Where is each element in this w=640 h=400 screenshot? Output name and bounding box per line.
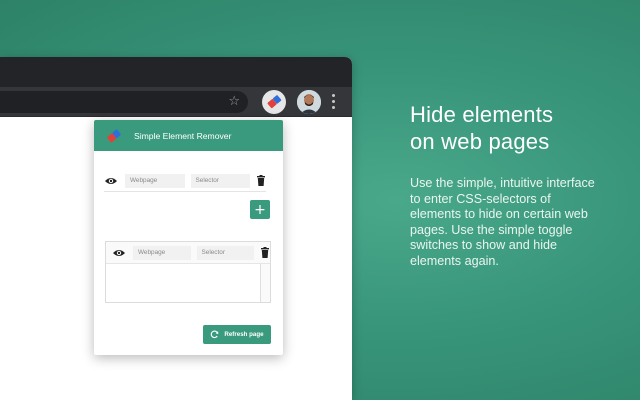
refresh-label: Refresh page bbox=[224, 331, 264, 338]
rules-textarea[interactable] bbox=[106, 264, 261, 302]
refresh-icon bbox=[211, 330, 219, 339]
rule-row: Webpage Selector bbox=[106, 242, 270, 264]
extension-popup: Simple Element Remover Webpage Selector … bbox=[94, 120, 283, 355]
browser-titlebar bbox=[0, 57, 352, 87]
avatar[interactable] bbox=[297, 90, 321, 114]
menu-icon[interactable] bbox=[332, 94, 336, 110]
rule-row: Webpage Selector bbox=[104, 170, 266, 192]
trash-icon[interactable] bbox=[260, 247, 270, 258]
webpage-input[interactable]: Webpage bbox=[133, 245, 191, 260]
popup-title: Simple Element Remover bbox=[134, 130, 232, 141]
trash-icon[interactable] bbox=[256, 175, 266, 186]
rules-panel: Webpage Selector bbox=[105, 241, 271, 303]
eye-icon[interactable] bbox=[104, 176, 118, 186]
popup-header: Simple Element Remover bbox=[94, 120, 283, 151]
eraser-icon bbox=[107, 129, 121, 142]
headline: Hide elements on web pages bbox=[410, 101, 610, 155]
extension-button[interactable] bbox=[262, 90, 286, 114]
address-bar[interactable]: ☆ bbox=[0, 91, 248, 113]
webpage-input[interactable]: Webpage bbox=[125, 173, 185, 188]
description: Use the simple, intuitive interface to e… bbox=[410, 176, 595, 268]
selector-input[interactable]: Selector bbox=[190, 173, 250, 188]
refresh-page-button[interactable]: Refresh page bbox=[203, 325, 271, 344]
headline-line: Hide elements bbox=[410, 102, 554, 127]
eye-icon[interactable] bbox=[112, 248, 126, 258]
browser-toolbar: ☆ bbox=[0, 87, 352, 117]
selector-input[interactable]: Selector bbox=[196, 245, 254, 260]
add-rule-button[interactable]: + bbox=[250, 200, 270, 219]
headline-line: on web pages bbox=[410, 129, 550, 154]
star-icon[interactable]: ☆ bbox=[228, 93, 240, 111]
user-photo-icon bbox=[297, 90, 321, 114]
eraser-icon bbox=[267, 95, 282, 109]
